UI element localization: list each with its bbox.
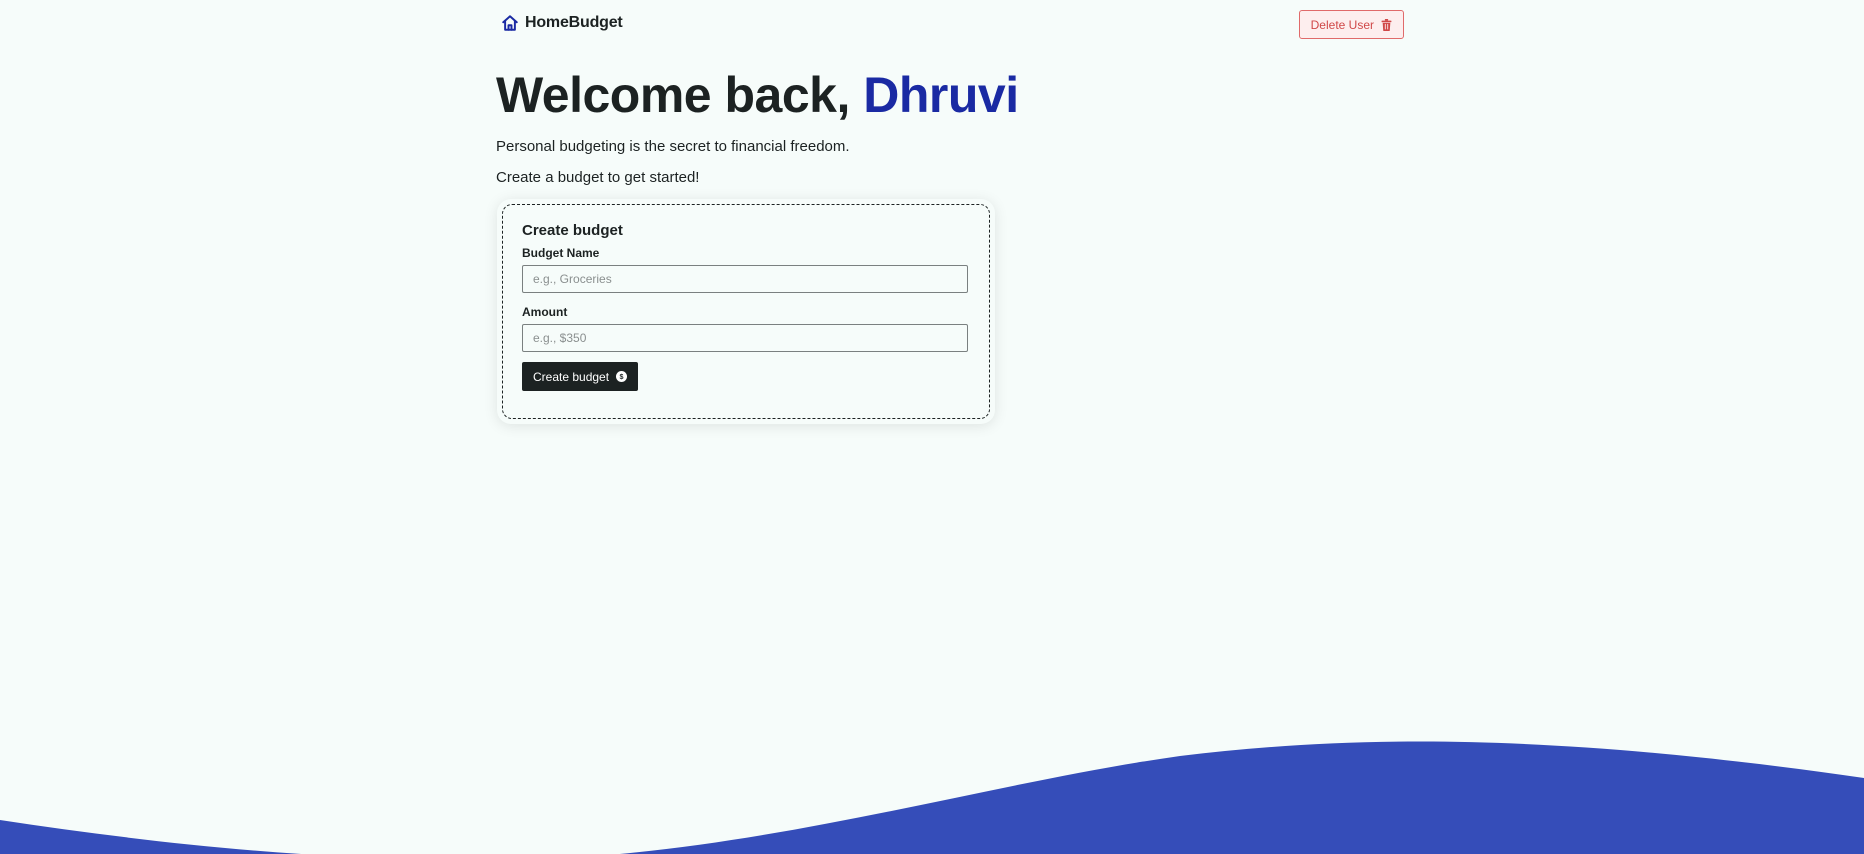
create-budget-form: Create budget Budget Name Amount Create …	[502, 204, 990, 419]
budget-name-input[interactable]	[522, 265, 968, 293]
welcome-prefix: Welcome back,	[496, 67, 864, 123]
decorative-wave	[0, 741, 1864, 854]
create-budget-button[interactable]: Create budget $	[522, 362, 639, 391]
page: HomeBudget Delete User Welcome back, Dhr…	[0, 0, 1864, 854]
create-budget-button-label: Create budget	[533, 369, 610, 384]
trash-icon	[1381, 18, 1392, 31]
svg-text:$: $	[620, 373, 624, 381]
user-name: Dhruvi	[863, 67, 1019, 123]
amount-label: Amount	[522, 305, 568, 319]
dollar-coin-icon: $	[616, 371, 628, 382]
amount-input[interactable]	[522, 324, 968, 352]
page-title: Welcome back, Dhruvi	[496, 66, 1019, 124]
create-budget-card: Create budget Budget Name Amount Create …	[497, 199, 995, 424]
form-title: Create budget	[522, 222, 623, 239]
home-link[interactable]: HomeBudget	[501, 14, 623, 32]
brand-name: HomeBudget	[525, 14, 623, 31]
delete-user-label: Delete User	[1310, 17, 1374, 32]
delete-user-button[interactable]: Delete User	[1298, 10, 1404, 39]
top-navbar: HomeBudget Delete User	[496, 10, 1404, 40]
budget-name-label: Budget Name	[522, 246, 600, 260]
get-started-prompt: Create a budget to get started!	[496, 169, 700, 186]
home-icon	[501, 14, 519, 32]
tagline: Personal budgeting is the secret to fina…	[496, 138, 850, 155]
